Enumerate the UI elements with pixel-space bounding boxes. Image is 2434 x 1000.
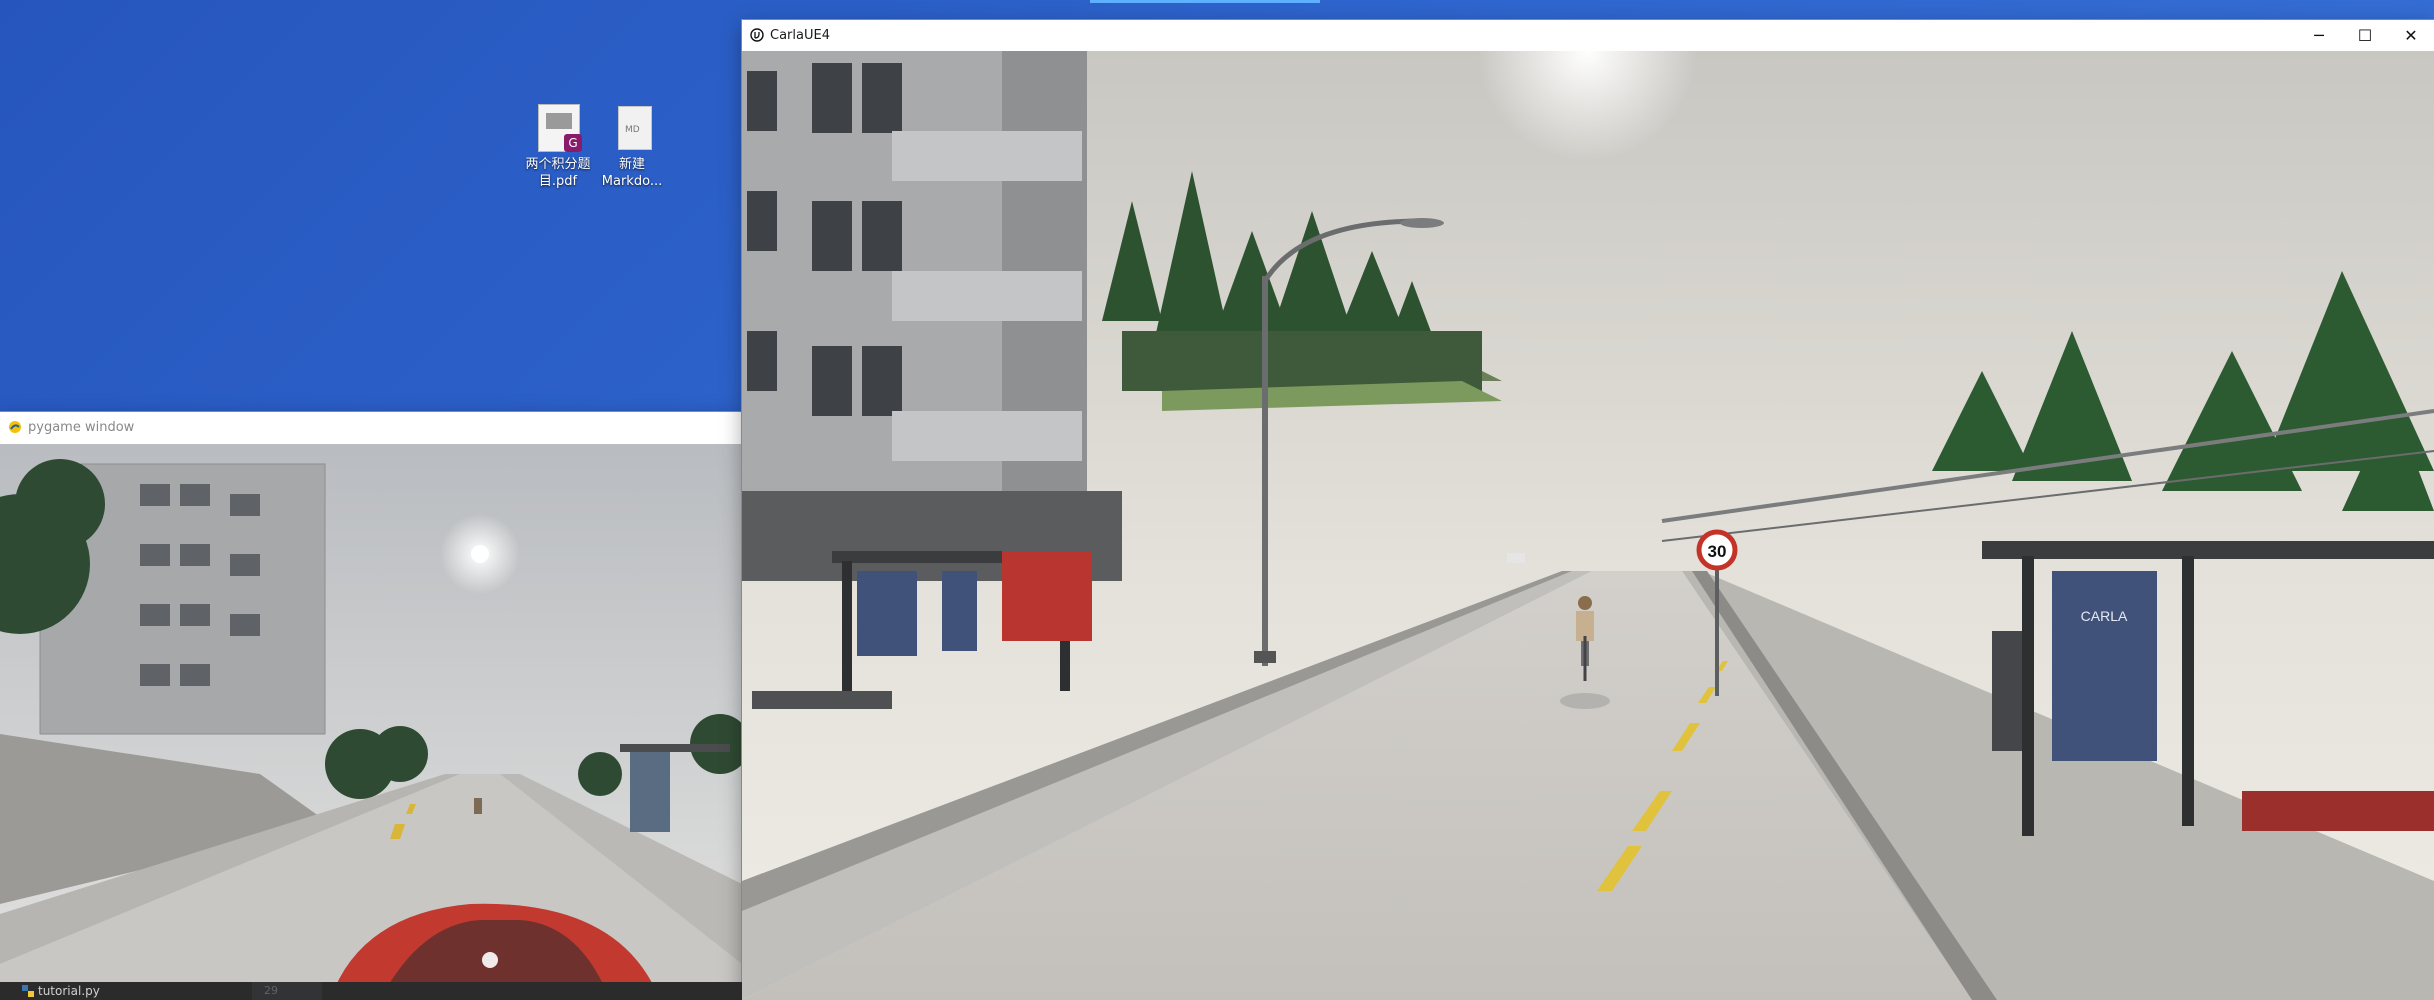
pygame-titlebar[interactable]: pygame window — [0, 412, 742, 442]
carla-titlebar[interactable]: CarlaUE4 ─ ☐ ✕ — [742, 20, 2434, 50]
window-controls: ─ ☐ ✕ — [2296, 20, 2434, 50]
desktop-icon-label: 新建 Markdo... — [601, 157, 663, 189]
pygame-snake-icon — [9, 421, 21, 433]
unreal-engine-icon — [750, 28, 764, 42]
line-number-gutter: 29 — [252, 982, 322, 1000]
pygame-window-title: pygame window — [28, 419, 135, 435]
maximize-button[interactable]: ☐ — [2342, 20, 2388, 50]
speed-limit-sign: 30 — [1708, 542, 1727, 561]
carla-camera-view[interactable]: 30 CARLA — [742, 51, 2434, 1000]
desktop-icon-markdown[interactable]: 新建 Markdo... — [587, 104, 677, 190]
carla-window[interactable]: CarlaUE4 ─ ☐ ✕ 30 CARLA — [742, 20, 2434, 1000]
pygame-window[interactable]: pygame window — [0, 412, 742, 1000]
pygame-scene — [0, 444, 742, 1000]
desktop-icon-label: 两个积分题目.pdf — [525, 157, 591, 189]
close-button[interactable]: ✕ — [2388, 20, 2434, 50]
carla-poster: CARLA — [2081, 608, 2128, 624]
pygame-camera-view[interactable] — [0, 444, 742, 1000]
carla-window-title: CarlaUE4 — [770, 27, 830, 43]
markdown-file-icon — [608, 104, 656, 152]
python-file-icon — [22, 985, 34, 997]
editor-tab-tutorial[interactable]: tutorial.py — [38, 984, 100, 998]
pdf-file-icon: G — [534, 104, 582, 152]
carla-scene: 30 CARLA — [742, 51, 2434, 1000]
editor-tab-strip: tutorial.py 29 — [0, 982, 742, 1000]
active-window-indicator — [1090, 0, 1320, 3]
minimize-button[interactable]: ─ — [2296, 20, 2342, 50]
